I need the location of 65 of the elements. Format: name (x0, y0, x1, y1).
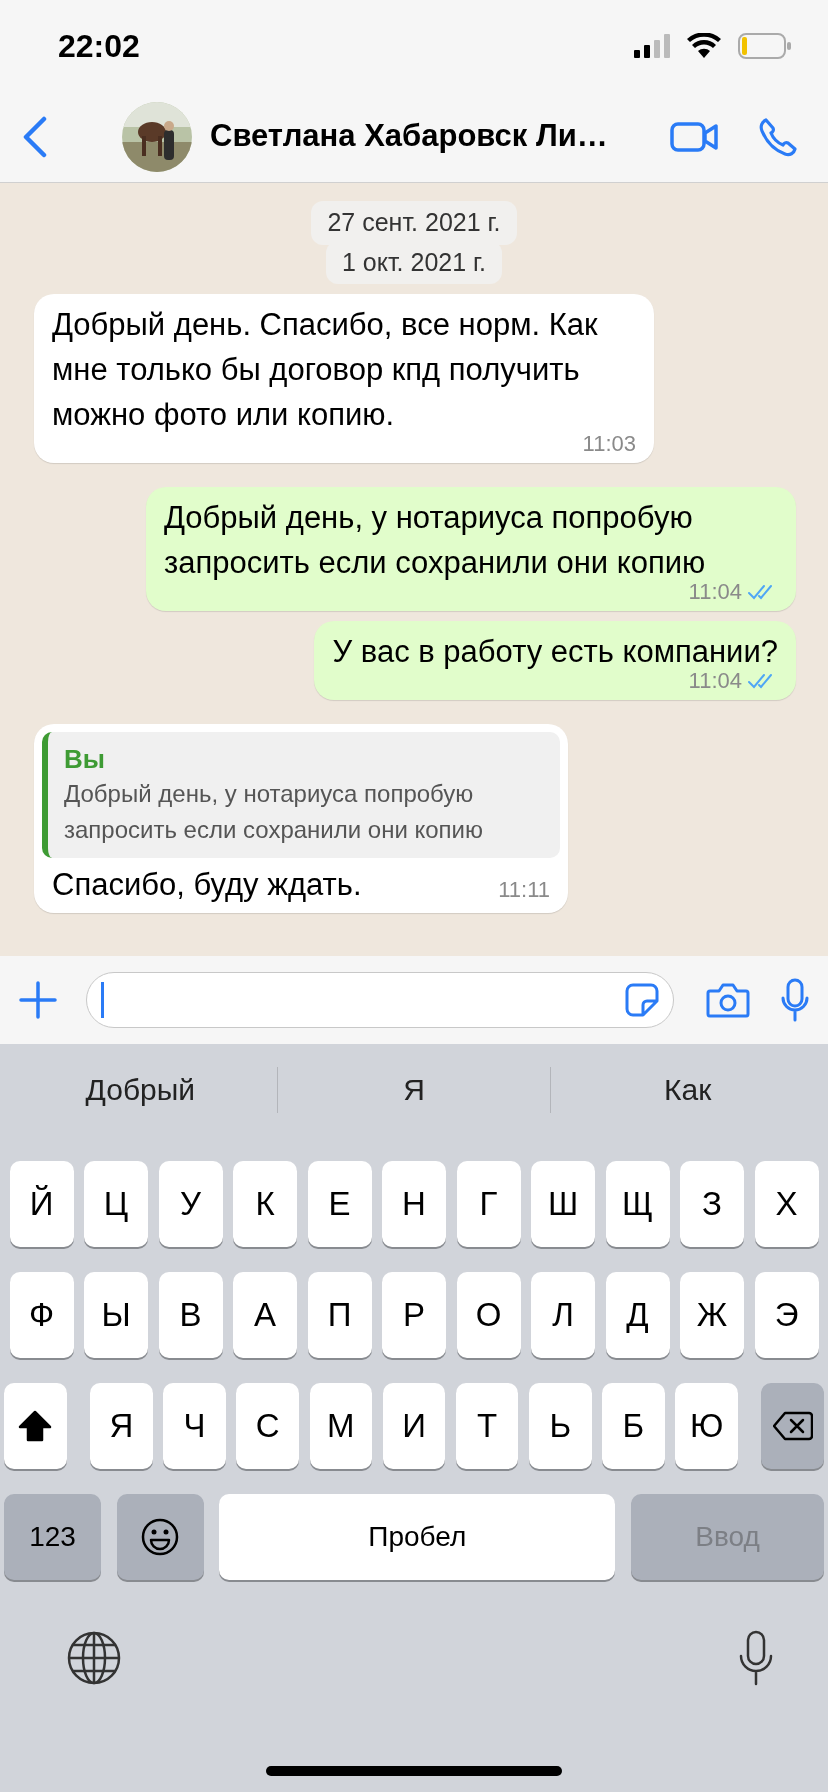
message-text: Спасибо, буду ждать. (52, 866, 362, 904)
message-text: Добрый день, у нотариуса попробую запросить если сохранили они копию (164, 499, 707, 582)
keyboard-key[interactable]: Ю (675, 1382, 738, 1469)
keyboard-key[interactable]: Ы (84, 1271, 148, 1358)
globe-icon[interactable] (66, 1629, 122, 1686)
keyboard-key[interactable]: О (456, 1271, 521, 1358)
message-time: 11:11 (498, 877, 550, 903)
keyboard-key[interactable]: Р (382, 1271, 446, 1358)
message-text: У вас в работу есть компании? (332, 633, 778, 671)
wifi-icon (686, 32, 722, 59)
keyboard-key[interactable]: Ь (528, 1382, 592, 1469)
keyboard-key[interactable]: К (233, 1160, 297, 1247)
keyboard-key[interactable]: Ш (531, 1160, 595, 1247)
keyboard-key[interactable]: Ж (680, 1271, 744, 1358)
battery-icon (738, 32, 792, 59)
keyboard-key[interactable]: Г (456, 1160, 521, 1247)
suggestion[interactable]: Добрый (4, 1067, 277, 1112)
message-time: 11:04 (688, 579, 742, 605)
microphone-icon[interactable] (780, 977, 810, 1022)
keyboard-key[interactable]: Б (602, 1382, 665, 1469)
backspace-icon (772, 1410, 813, 1441)
keyboard-key[interactable]: З (680, 1160, 744, 1247)
status-time: 22:02 (58, 26, 140, 66)
shift-key[interactable] (4, 1382, 67, 1469)
keyboard-key[interactable]: В (158, 1271, 223, 1358)
keyboard-key[interactable]: Х (754, 1160, 819, 1247)
video-call-icon[interactable] (670, 120, 718, 153)
keyboard-key[interactable]: Т (455, 1382, 519, 1469)
plus-icon[interactable] (18, 979, 58, 1020)
keyboard-key[interactable]: У (158, 1160, 223, 1247)
quote-author: Вы (64, 743, 106, 776)
keyboard-key[interactable]: Й (9, 1160, 74, 1247)
keyboard-key[interactable]: Е (307, 1160, 372, 1247)
keyboard-key[interactable]: И (382, 1382, 446, 1469)
keyboard-key[interactable]: Я (90, 1382, 153, 1469)
keyboard-key[interactable]: Ц (84, 1160, 148, 1247)
quote-text: Добрый день, у нотариуса попробую запросить если сохранили они копию (64, 779, 484, 845)
message-text: Добрый день. Спасибо, все норм. Как мне только бы договор кпд получить можно фото или копию. (52, 306, 599, 434)
keyboard-key[interactable]: М (309, 1382, 373, 1469)
keyboard-key[interactable]: Э (754, 1271, 819, 1358)
backspace-key[interactable] (761, 1382, 825, 1469)
keyboard-key[interactable]: Щ (605, 1160, 670, 1247)
date-chip: 27 сент. 2021 г. (311, 201, 517, 245)
sticker-icon[interactable] (625, 982, 659, 1017)
keyboard-key[interactable]: А (233, 1271, 297, 1358)
keyboard-key[interactable]: Л (531, 1271, 595, 1358)
space-key[interactable]: Пробел (219, 1493, 616, 1580)
signal-icon (634, 33, 670, 58)
message-time: 11:04 (688, 668, 742, 694)
emoji-icon (140, 1516, 181, 1557)
emoji-key[interactable] (116, 1493, 204, 1580)
keyboard-key[interactable]: С (236, 1382, 300, 1469)
keyboard-key[interactable]: Ф (9, 1271, 74, 1358)
dictation-icon[interactable] (738, 1629, 774, 1686)
keyboard-key[interactable]: Н (382, 1160, 446, 1247)
camera-icon[interactable] (706, 981, 750, 1018)
suggestion[interactable]: Я (277, 1067, 551, 1112)
phone-icon[interactable] (758, 116, 798, 157)
keyboard-key[interactable]: Ч (163, 1382, 226, 1469)
keyboard-key[interactable]: Д (605, 1271, 670, 1358)
numbers-key[interactable]: 123 (4, 1493, 101, 1580)
suggestion[interactable]: Как (551, 1067, 824, 1112)
keyboard-key[interactable]: П (307, 1271, 372, 1358)
message-time: 11:03 (582, 431, 636, 457)
shift-icon (18, 1409, 53, 1442)
